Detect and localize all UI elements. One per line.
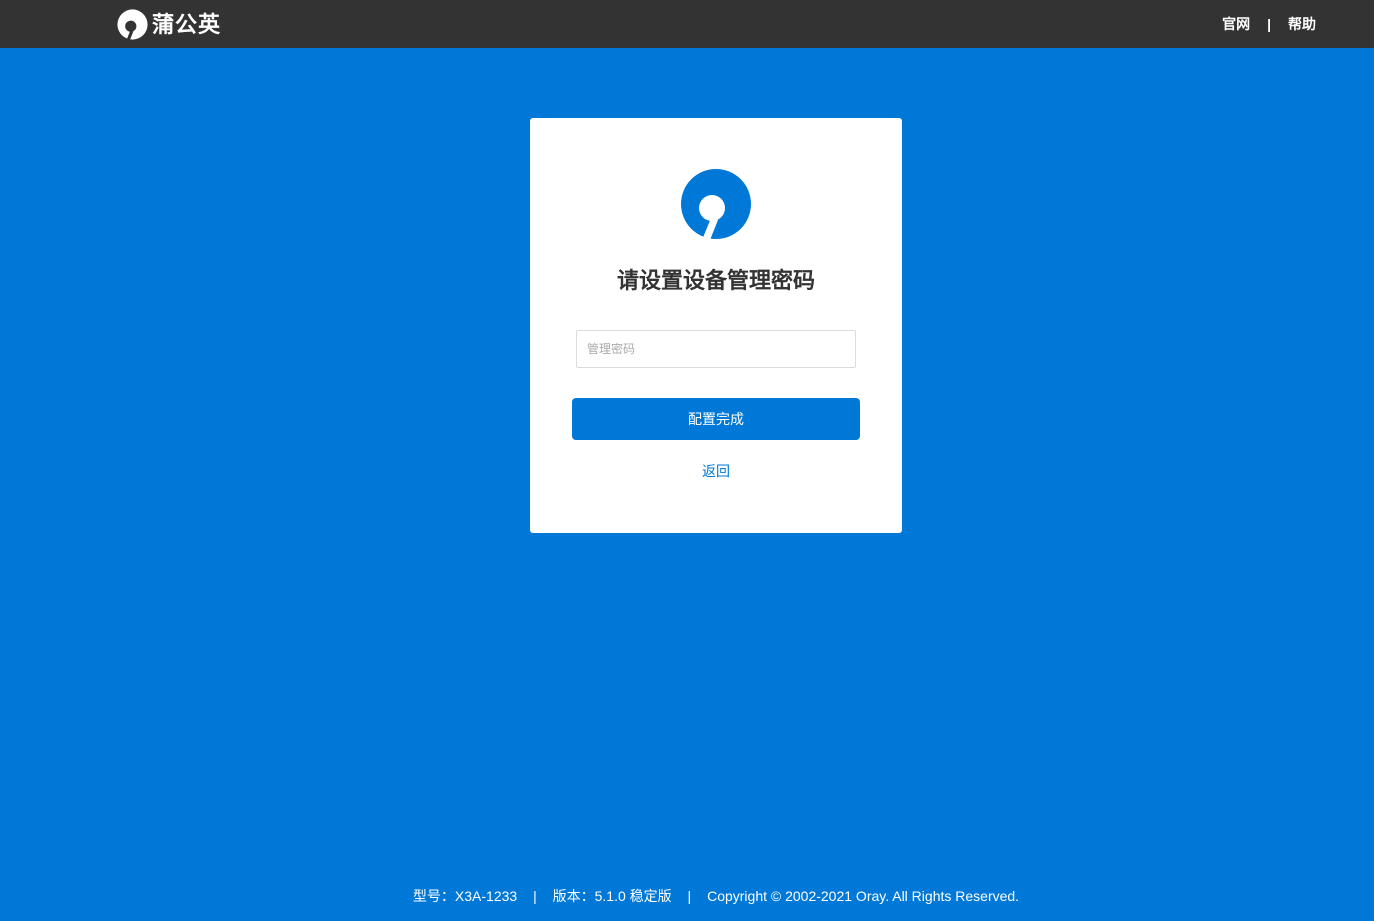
brand[interactable]: 蒲公英	[117, 9, 221, 40]
brand-name: 蒲公英	[152, 12, 222, 37]
admin-password-input[interactable]	[576, 330, 856, 368]
official-site-link[interactable]: 官网	[1222, 14, 1250, 34]
version-info: 版本：5.1.0 稳定版	[552, 888, 672, 904]
finish-config-button[interactable]: 配置完成	[572, 398, 860, 440]
back-link[interactable]: 返回	[530, 461, 902, 481]
password-setup-card: 请设置设备管理密码 配置完成 返回	[530, 118, 902, 533]
footer-separator: |	[533, 888, 537, 904]
help-link[interactable]: 帮助	[1288, 14, 1316, 34]
top-bar: 蒲公英 官网 | 帮助	[0, 0, 1374, 48]
copyright-text: Copyright © 2002-2021 Oray. All Rights R…	[707, 888, 1020, 904]
model-info: 型号：X3A-1233	[412, 888, 518, 904]
footer-separator: |	[687, 888, 692, 904]
top-links: 官网 | 帮助	[1222, 0, 1316, 48]
footer: 型号：X3A-1233 | 版本：5.1.0 稳定版 | Copyright ©…	[0, 886, 1374, 906]
dandelion-logo-icon	[681, 169, 751, 240]
link-separator: |	[1267, 16, 1271, 32]
dandelion-logo-icon	[117, 9, 148, 40]
page-title: 请设置设备管理密码	[616, 268, 815, 293]
